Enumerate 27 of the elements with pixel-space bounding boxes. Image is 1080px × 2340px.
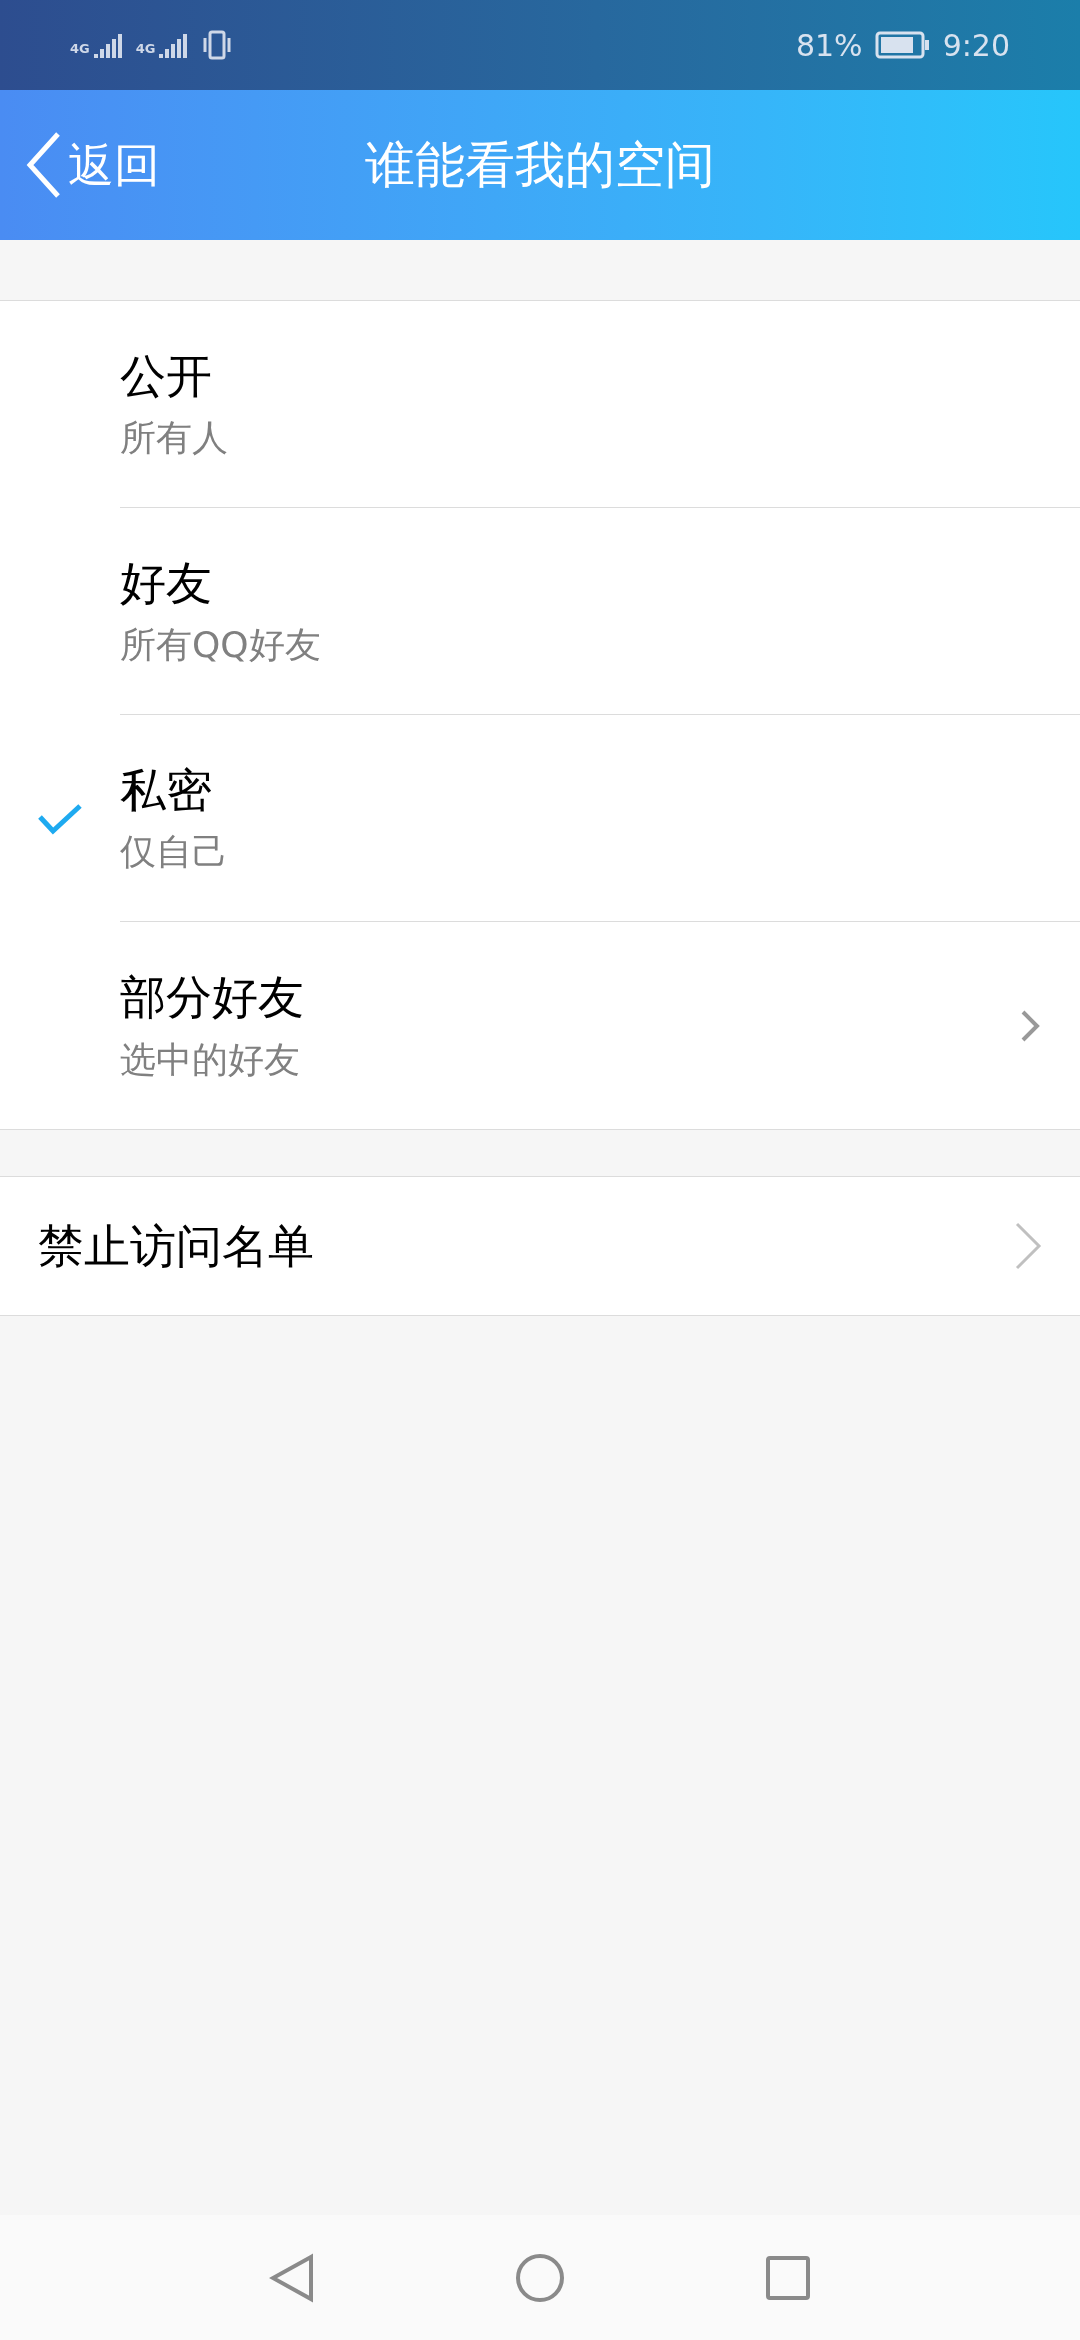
blocklist-row[interactable]: 禁止访问名单 <box>0 1176 1080 1316</box>
signal-icon <box>93 32 124 58</box>
recents-square-icon[interactable] <box>765 2254 811 2301</box>
home-circle-icon[interactable] <box>515 2252 565 2303</box>
option-title: 私密 <box>120 761 213 819</box>
option-title: 公开 <box>120 347 213 405</box>
privacy-option[interactable]: 私密 仅自己 <box>0 715 1080 922</box>
battery-percent: 81% <box>795 26 863 65</box>
option-title: 好友 <box>120 554 213 612</box>
option-subtitle: 选中的好友 <box>120 1037 301 1082</box>
back-triangle-icon[interactable] <box>269 2252 315 2303</box>
privacy-option[interactable]: 部分好友 选中的好友 <box>0 922 1080 1129</box>
privacy-option[interactable]: 好友 所有QQ好友 <box>0 508 1080 715</box>
signal-icon <box>159 32 190 58</box>
network-label: 4G <box>70 39 90 58</box>
option-subtitle: 仅自己 <box>120 830 229 875</box>
chevron-icon <box>1014 1221 1042 1271</box>
battery-icon <box>874 31 931 59</box>
network-label: 4G <box>135 39 156 58</box>
clock: 9:20 <box>942 26 1010 65</box>
option-subtitle: 所有QQ好友 <box>120 623 322 668</box>
page-title: 谁能看我的空间 <box>365 134 715 196</box>
vibrate-icon <box>201 30 234 60</box>
blocklist-label: 禁止访问名单 <box>38 1217 314 1275</box>
option-title: 部分好友 <box>120 969 305 1027</box>
privacy-option[interactable]: 公开 所有人 <box>0 301 1080 508</box>
option-subtitle: 所有人 <box>120 416 229 461</box>
